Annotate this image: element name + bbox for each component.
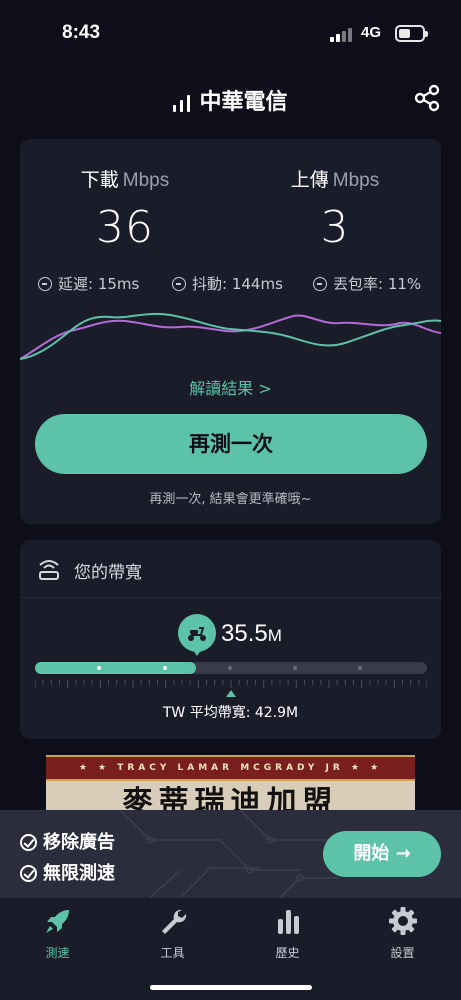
tab-settings[interactable]: 設置 [345, 906, 460, 961]
connection-stats: 延遲: 15ms 抖動: 144ms 丟包率: 11% [20, 273, 441, 297]
tab-label: 測速 [45, 946, 70, 960]
router-icon [39, 560, 59, 580]
bandwidth-speed-unit: M [267, 626, 282, 645]
upload-value: 3 [320, 202, 350, 253]
home-indicator [150, 985, 312, 990]
bandwidth-speed-value: 35.5 [221, 620, 268, 647]
jitter-stat: 抖動: 144ms [172, 273, 283, 294]
share-icon[interactable] [413, 84, 441, 112]
scooter-icon [188, 627, 206, 641]
tab-speedtest[interactable]: 測速 [0, 906, 115, 961]
upload-metric: 上傳 Mbps 3 [235, 165, 435, 253]
gear-icon [388, 907, 417, 935]
retest-button[interactable]: 再測一次 [35, 414, 427, 474]
latency-stat: 延遲: 15ms [38, 273, 139, 294]
status-bar: 8:43 4G [0, 0, 461, 70]
tab-label: 工具 [160, 946, 185, 960]
interpret-results-link[interactable]: 解讀結果 > [20, 375, 441, 399]
bandwidth-speed: 35.5M [221, 620, 282, 648]
cellular-signal-icon [330, 26, 354, 42]
ad-strip-text: ★ ★ TRACY LAMAR MCGRADY JR ★ ★ [46, 755, 415, 781]
promo-item-remove-ads: 移除廣告 [20, 828, 115, 854]
tab-history[interactable]: 歷史 [230, 906, 345, 961]
download-label: 下載 [80, 169, 119, 191]
signal-bars-icon [173, 94, 193, 112]
average-marker [226, 690, 236, 697]
battery-icon [395, 25, 428, 42]
rocket-icon [45, 910, 69, 933]
carrier-name: 中華電信 [199, 90, 288, 115]
speed-history-graph [20, 312, 441, 360]
packet-loss-icon [313, 277, 327, 291]
bandwidth-level-bar [35, 662, 427, 674]
bandwidth-title: 您的帶寬 [74, 563, 142, 583]
bandwidth-level-fill [35, 662, 196, 674]
bandwidth-card: 您的帶寬 35.5M TW 平均帶寬: 42.9M [20, 540, 441, 739]
latency-text: 延遲: 15ms [58, 275, 140, 293]
jitter-icon [172, 277, 186, 291]
check-icon [20, 865, 37, 882]
upload-unit: Mbps [332, 170, 380, 191]
status-time: 8:43 [62, 22, 101, 43]
start-premium-button[interactable]: 開始 → [323, 831, 441, 877]
premium-promo-bar: 移除廣告 無限測速 開始 → [0, 810, 461, 898]
retest-hint: 再測一次, 結果會更準確哦~ [149, 492, 312, 507]
bandwidth-header: 您的帶寬 [20, 540, 441, 598]
check-icon [20, 834, 37, 851]
tab-tools[interactable]: 工具 [115, 906, 230, 961]
bandwidth-scale-ticks [35, 680, 427, 688]
jitter-text: 抖動: 144ms [192, 275, 283, 293]
speed-level-pin [178, 614, 216, 656]
download-metric: 下載 Mbps 36 [25, 165, 225, 253]
packet-loss-stat: 丟包率: 11% [313, 273, 421, 294]
app-header: 中華電信 [0, 78, 461, 118]
latency-icon [38, 277, 52, 291]
download-value: 36 [96, 202, 154, 253]
tab-label: 設置 [390, 946, 415, 960]
network-type: 4G [361, 24, 382, 41]
average-bandwidth-label: TW 平均帶寬: 42.9M [162, 705, 299, 721]
wrench-icon [161, 909, 186, 934]
download-unit: Mbps [122, 170, 170, 191]
download-graph-line [20, 312, 441, 360]
carrier-title: 中華電信 [0, 84, 461, 116]
speed-result-card: 下載 Mbps 36 上傳 Mbps 3 延遲: 15ms 抖動: 144ms 丟包… [20, 139, 441, 524]
upload-label: 上傳 [290, 169, 329, 191]
bar-chart-icon [277, 910, 299, 934]
tab-label: 歷史 [275, 946, 300, 960]
packet-loss-text: 丟包率: 11% [333, 275, 422, 293]
promo-item-unlimited: 無限測速 [20, 859, 115, 885]
ad-banner[interactable]: ★ ★ TRACY LAMAR MCGRADY JR ★ ★ 麥蒂瑞迪加盟 [46, 755, 415, 815]
